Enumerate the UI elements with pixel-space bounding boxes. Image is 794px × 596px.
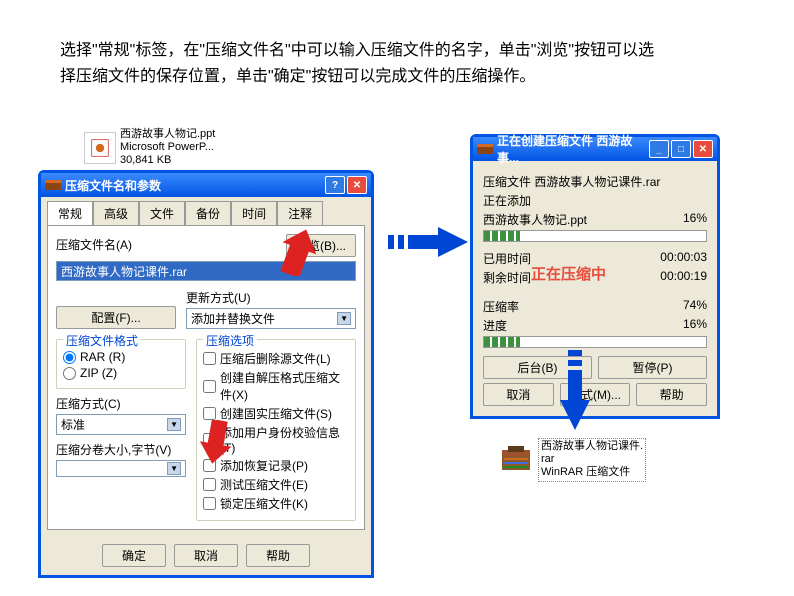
titlebar[interactable]: 正在创建压缩文件 西游故事... _ □ ✕ — [473, 137, 717, 161]
rar-icon — [498, 442, 534, 478]
ppt-file-item[interactable]: 西游故事人物记.ppt Microsoft PowerP... 30,841 K… — [84, 128, 215, 168]
blue-arrow-flow — [388, 225, 468, 259]
archive-settings-dialog: 压缩文件名和参数 ? ✕ 常规 高级 文件 备份 时间 注释 压缩文件名(A) … — [38, 170, 374, 578]
red-arrow-browse — [278, 228, 318, 276]
help-button[interactable]: ? — [325, 176, 345, 194]
blue-arrow-down — [558, 350, 592, 430]
update-label: 更新方式(U) — [186, 289, 356, 306]
progress-dialog: 正在创建压缩文件 西游故事... _ □ ✕ 压缩文件 西游故事人物记课件.ra… — [470, 134, 720, 419]
total-progress-bar — [483, 336, 707, 348]
dialog-title: 正在创建压缩文件 西游故事... — [497, 132, 647, 166]
progress-value: 16% — [683, 317, 707, 334]
tab-comment[interactable]: 注释 — [277, 201, 323, 225]
file-info: 西游故事人物记课件. rar WinRAR 压缩文件 — [538, 438, 646, 482]
instruction-text: 选择"常规"标签，在"压缩文件名"中可以输入压缩文件的名字，单击"浏览"按钮可以… — [60, 38, 660, 89]
method-label: 压缩方式(C) — [56, 395, 186, 412]
help-button[interactable]: 帮助 — [246, 544, 310, 567]
tab-backup[interactable]: 备份 — [185, 201, 231, 225]
tab-files[interactable]: 文件 — [139, 201, 185, 225]
elapsed-label: 已用时间 — [483, 250, 531, 267]
cancel-button[interactable]: 取消 — [483, 383, 554, 406]
help-button[interactable]: 帮助 — [636, 383, 707, 406]
winrar-icon — [45, 177, 61, 193]
update-mode-dropdown[interactable]: 添加并替换文件 — [186, 308, 356, 329]
close-button[interactable]: ✕ — [347, 176, 367, 194]
radio-zip[interactable]: ZIP (Z) — [63, 366, 179, 380]
filename-label: 压缩文件名(A) — [56, 236, 132, 253]
tab-time[interactable]: 时间 — [231, 201, 277, 225]
radio-rar[interactable]: RAR (R) — [63, 350, 179, 364]
tab-general[interactable]: 常规 — [47, 201, 93, 225]
ratio-label: 压缩率 — [483, 298, 519, 315]
ok-button[interactable]: 确定 — [102, 544, 166, 567]
minimize-button[interactable]: _ — [649, 140, 669, 158]
maximize-button[interactable]: □ — [671, 140, 691, 158]
elapsed-value: 00:00:03 — [660, 250, 707, 267]
winrar-icon — [477, 141, 493, 157]
opt-test[interactable]: 测试压缩文件(E) — [203, 476, 349, 493]
method-dropdown[interactable]: 标准 — [56, 414, 186, 435]
powerpoint-icon — [84, 132, 116, 164]
progress-label: 进度 — [483, 317, 507, 334]
ratio-value: 74% — [683, 298, 707, 315]
opt-delete-after[interactable]: 压缩后删除源文件(L) — [203, 350, 349, 367]
tabs: 常规 高级 文件 备份 时间 注释 — [41, 197, 371, 225]
current-file: 西游故事人物记.ppt — [483, 211, 587, 228]
remaining-label: 剩余时间 — [483, 269, 531, 286]
cancel-button[interactable]: 取消 — [174, 544, 238, 567]
format-group: 压缩文件格式 RAR (R) ZIP (Z) — [56, 339, 186, 389]
progress-body: 压缩文件 西游故事人物记课件.rar 正在添加 西游故事人物记.ppt16% 已… — [473, 161, 717, 416]
profile-button[interactable]: 配置(F)... — [56, 306, 176, 329]
dialog-buttons: 确定 取消 帮助 — [41, 536, 371, 575]
opt-lock[interactable]: 锁定压缩文件(K) — [203, 495, 349, 512]
file-percent: 16% — [683, 211, 707, 228]
compressing-overlay: 正在压缩中 — [531, 263, 606, 284]
red-arrow-ok — [198, 420, 234, 464]
pause-button[interactable]: 暂停(P) — [598, 356, 707, 379]
adding-label: 正在添加 — [483, 192, 531, 209]
close-button[interactable]: ✕ — [693, 140, 713, 158]
dialog-title: 压缩文件名和参数 — [65, 177, 323, 194]
file-info: 西游故事人物记.ppt Microsoft PowerP... 30,841 K… — [120, 128, 215, 168]
titlebar[interactable]: 压缩文件名和参数 ? ✕ — [41, 173, 371, 197]
tab-advanced[interactable]: 高级 — [93, 201, 139, 225]
opt-sfx[interactable]: 创建自解压格式压缩文件(X) — [203, 369, 349, 403]
rar-file-item[interactable]: 西游故事人物记课件. rar WinRAR 压缩文件 — [498, 438, 646, 482]
volume-label: 压缩分卷大小,字节(V) — [56, 441, 186, 458]
file-progress-bar — [483, 230, 707, 242]
volume-dropdown[interactable] — [56, 460, 186, 477]
remaining-value: 00:00:19 — [660, 269, 707, 286]
